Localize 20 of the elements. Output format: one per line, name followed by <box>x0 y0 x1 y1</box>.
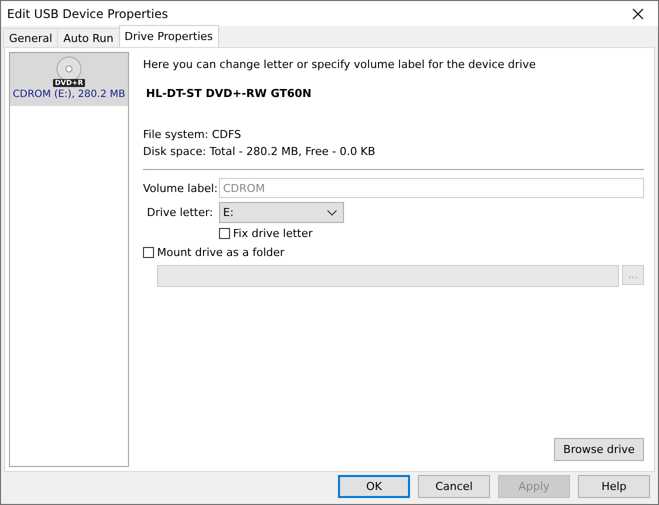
window-title: Edit USB Device Properties <box>7 6 168 20</box>
checkbox-label: Fix drive letter <box>233 227 313 240</box>
disk-space-text: Disk space: Total - 280.2 MB, Free - 0.0 KB <box>143 145 376 158</box>
drive-letter-label: Drive letter: <box>146 206 213 219</box>
tab[interactable]: General <box>3 28 58 47</box>
checkbox-label: Mount drive as a folder <box>157 246 284 259</box>
chevron-down-icon <box>327 210 337 216</box>
file-system-text: File system: CDFS <box>143 128 242 141</box>
tab[interactable]: Drive Properties <box>118 25 219 47</box>
description-text: Here you can change letter or specify volume label for the device drive <box>143 58 537 71</box>
browse-drive-button[interactable]: Browse drive <box>554 438 644 461</box>
dialog-button[interactable]: Help <box>578 475 650 498</box>
dialog-button[interactable]: OK <box>338 475 410 498</box>
dialog-button[interactable]: Cancel <box>418 475 490 498</box>
device-label: CDROM (E:), 280.2 MB <box>12 89 126 100</box>
close-icon[interactable] <box>632 8 644 20</box>
device-model: HL-DT-ST DVD+-RW GT60N <box>146 87 312 100</box>
drive-letter-dropdown[interactable]: E: <box>219 202 344 223</box>
checkbox[interactable] <box>143 247 154 258</box>
checkbox[interactable] <box>219 228 230 239</box>
